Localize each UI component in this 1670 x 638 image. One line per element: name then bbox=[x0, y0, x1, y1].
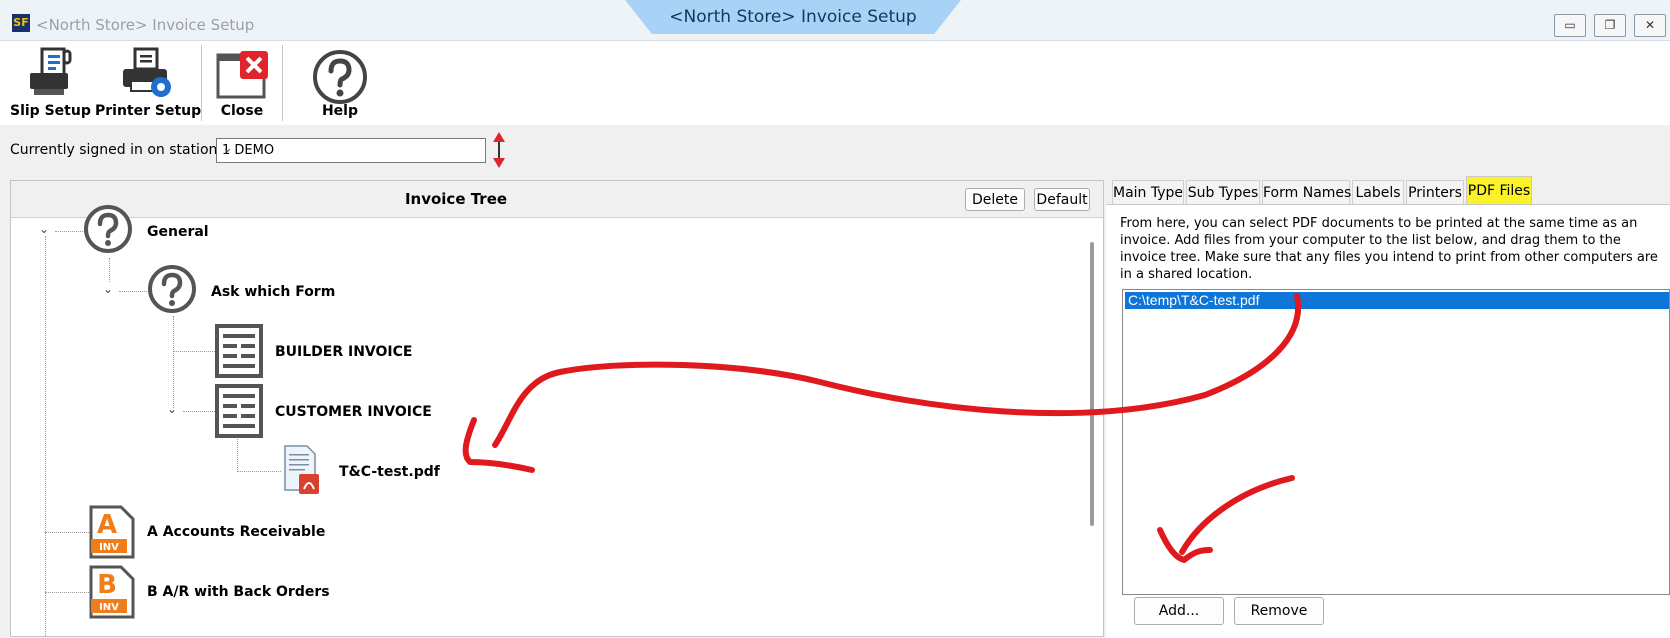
station-row: Currently signed in on station (1) 1 DEM… bbox=[0, 125, 1670, 175]
close-window-icon bbox=[216, 51, 268, 99]
printer-setup-button[interactable]: Printer Setup bbox=[95, 45, 202, 121]
pdf-file-list[interactable]: C:\temp\T&C-test.pdf bbox=[1122, 289, 1670, 595]
tab-sub-types[interactable]: Sub Types bbox=[1186, 180, 1260, 204]
tree-connector bbox=[45, 236, 46, 636]
help-label: Help bbox=[321, 103, 359, 119]
invoice-tree-panel: Invoice Tree Delete Default ⌄ General ⌄ bbox=[10, 180, 1104, 637]
add-pdf-button[interactable]: Add... bbox=[1134, 597, 1224, 625]
minimize-button[interactable]: ▭ bbox=[1554, 14, 1586, 37]
settings-tabs-panel: Main Type Sub Types Form Names Labels Pr… bbox=[1106, 176, 1670, 638]
invoice-type-b-letter: B bbox=[97, 570, 117, 600]
tree-node-ar-back-orders[interactable]: B A/R with Back Orders bbox=[147, 584, 330, 600]
station-label: Currently signed in on station (1) bbox=[10, 142, 242, 158]
pdf-files-description: From here, you can select PDF documents … bbox=[1120, 216, 1658, 282]
invoice-tree-header: Invoice Tree Delete Default bbox=[11, 181, 1103, 218]
title-bar: SF <North Store> Invoice Setup <North St… bbox=[0, 0, 1670, 41]
tree-connector bbox=[119, 291, 149, 292]
up-down-arrows-icon[interactable] bbox=[489, 130, 509, 170]
slip-printer-icon bbox=[30, 47, 72, 95]
tree-connector bbox=[183, 411, 217, 412]
pdf-files-tab-content: From here, you can select PDF documents … bbox=[1106, 204, 1670, 638]
tree-node-ask-which-form[interactable]: Ask which Form bbox=[211, 284, 335, 300]
invoice-form-icon bbox=[215, 384, 263, 438]
close-button[interactable]: Close bbox=[207, 45, 277, 121]
tree-node-customer-invoice[interactable]: CUSTOMER INVOICE bbox=[275, 404, 432, 420]
close-window-button[interactable]: ✕ bbox=[1634, 14, 1666, 37]
tab-main-type[interactable]: Main Type bbox=[1112, 180, 1184, 204]
list-item[interactable]: C:\temp\T&C-test.pdf bbox=[1125, 292, 1669, 309]
window-title-tab-label: <North Store> Invoice Setup bbox=[669, 7, 917, 27]
default-button[interactable]: Default bbox=[1034, 188, 1090, 211]
window-title-tab: <North Store> Invoice Setup bbox=[625, 0, 961, 34]
expand-toggle[interactable]: ⌄ bbox=[39, 222, 49, 236]
tab-labels[interactable]: Labels bbox=[1352, 180, 1404, 204]
help-button[interactable]: Help bbox=[300, 45, 380, 121]
expand-toggle[interactable]: ⌄ bbox=[167, 402, 177, 416]
slip-setup-label: Slip Setup bbox=[10, 103, 91, 119]
tab-printers[interactable]: Printers bbox=[1406, 180, 1464, 204]
pdf-file-icon bbox=[284, 445, 319, 494]
chevron-down-icon: ⌄ bbox=[222, 141, 233, 156]
close-label: Close bbox=[220, 103, 264, 119]
toolbar-separator bbox=[201, 45, 202, 121]
tree-connector bbox=[45, 592, 89, 593]
help-icon bbox=[313, 50, 367, 104]
tree-scrollbar[interactable] bbox=[1090, 242, 1094, 526]
slip-setup-button[interactable]: Slip Setup bbox=[10, 45, 91, 121]
tree-connector bbox=[237, 436, 238, 470]
question-node-icon bbox=[84, 205, 132, 253]
tab-pdf-files[interactable]: PDF Files bbox=[1466, 176, 1532, 204]
tree-node-general[interactable]: General bbox=[147, 224, 209, 240]
restore-button[interactable]: ❐ bbox=[1594, 14, 1626, 37]
expand-toggle[interactable]: ⌄ bbox=[103, 282, 113, 296]
window-title: <North Store> Invoice Setup bbox=[36, 16, 255, 34]
invoice-form-icon bbox=[215, 324, 263, 378]
tree-connector bbox=[237, 471, 281, 472]
tree-node-tc-pdf[interactable]: T&C-test.pdf bbox=[339, 464, 440, 480]
invoice-type-a-letter: A bbox=[97, 510, 117, 540]
invoice-type-b-icon: B INV bbox=[89, 565, 135, 619]
tree-node-builder-invoice[interactable]: BUILDER INVOICE bbox=[275, 344, 412, 360]
tree-connector bbox=[55, 231, 85, 232]
toolbar-separator bbox=[282, 45, 283, 121]
tree-connector bbox=[45, 532, 89, 533]
invoice-tree-title: Invoice Tree bbox=[404, 190, 508, 208]
tree-node-accounts-receivable[interactable]: A Accounts Receivable bbox=[147, 524, 325, 540]
tree-connector bbox=[173, 316, 174, 408]
invoice-tree: ⌄ General ⌄ Ask which Form BUILDER INVOI… bbox=[11, 205, 1103, 636]
question-node-icon bbox=[148, 265, 196, 313]
remove-pdf-button[interactable]: Remove bbox=[1234, 597, 1324, 625]
invoice-type-b-badge: INV bbox=[99, 602, 119, 613]
toolbar: Slip Setup Printer Setup Close Help bbox=[0, 41, 1670, 125]
tree-connector bbox=[109, 258, 110, 282]
printer-setup-label: Printer Setup bbox=[95, 103, 202, 119]
tree-connector bbox=[173, 351, 217, 352]
station-select[interactable]: 1 DEMO ⌄ bbox=[216, 138, 486, 163]
invoice-type-a-badge: INV bbox=[99, 542, 119, 553]
printer-gear-icon bbox=[123, 47, 171, 97]
app-logo-icon: SF bbox=[12, 14, 30, 32]
tab-form-names[interactable]: Form Names bbox=[1262, 180, 1351, 204]
invoice-type-a-icon: A INV bbox=[89, 505, 135, 559]
delete-button[interactable]: Delete bbox=[965, 188, 1025, 211]
